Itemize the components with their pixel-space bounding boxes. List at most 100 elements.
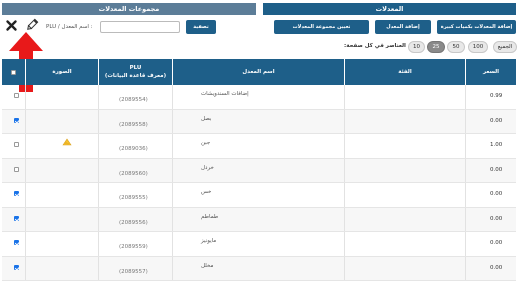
select-all-cell: [2, 59, 25, 85]
price-value: 0.00: [490, 265, 502, 271]
row-checkbox[interactable]: [14, 216, 19, 221]
row-checkbox[interactable]: [14, 191, 19, 196]
row-select-cell: [2, 85, 25, 109]
search-input[interactable]: [100, 21, 180, 33]
image-cell: [25, 208, 98, 232]
table-row[interactable]: (2089557) مخلل 0.00: [2, 257, 516, 281]
modifier-name[interactable]: جبن: [201, 140, 271, 146]
category-cell: [344, 85, 465, 109]
cheese-icon: [62, 138, 72, 146]
row-checkbox[interactable]: [14, 240, 19, 245]
plu-value: (2089556): [119, 220, 148, 226]
tab-modifier-groups[interactable]: مجموعات المعدلات: [2, 3, 256, 15]
image-cell: [25, 159, 98, 183]
plu-cell: (2089559): [98, 232, 172, 256]
plu-value: (2089559): [119, 244, 148, 250]
row-select-cell: [2, 110, 25, 134]
row-select-cell: [2, 232, 25, 256]
table-row[interactable]: (2089555) خس 0.00: [2, 183, 516, 208]
name-cell: بصل: [172, 110, 344, 134]
category-cell: [344, 159, 465, 183]
table-header: الصورة PLU (معرف قاعدة البيانات) اسم الم…: [2, 59, 516, 85]
category-cell: [344, 208, 465, 232]
table-row[interactable]: (2089556) طماطم 0.00: [2, 208, 516, 233]
price-value: 0.00: [490, 191, 502, 197]
plu-value: (2089036): [119, 146, 148, 152]
add-bulk-modifiers-button[interactable]: إضافة المعدلات بكميات كبيرة: [437, 20, 516, 34]
page-size-25[interactable]: 25: [427, 41, 445, 53]
plu-value: (2089557): [119, 269, 148, 275]
image-cell: [25, 110, 98, 134]
page-size-50[interactable]: 50: [447, 41, 465, 53]
modifier-name[interactable]: مايونيز: [201, 238, 271, 244]
tab-modifiers[interactable]: المعدلات: [263, 3, 516, 15]
image-cell: [25, 134, 98, 158]
assign-modifier-group-button[interactable]: تعيين مجموعة المعدلات: [274, 20, 369, 34]
price-cell: 0.00: [465, 110, 516, 134]
price-value: 0.99: [490, 93, 502, 99]
image-cell: [25, 183, 98, 207]
row-checkbox[interactable]: [14, 265, 19, 270]
column-header-price[interactable]: السعر: [465, 59, 516, 85]
page-size-10[interactable]: 10: [408, 41, 425, 53]
table-row[interactable]: (2089560) خردل 0.00: [2, 159, 516, 184]
page-size-100[interactable]: 100: [468, 41, 488, 53]
row-checkbox[interactable]: [14, 118, 19, 123]
row-select-cell: [2, 134, 25, 158]
price-cell: 1.00: [465, 134, 516, 158]
modifier-name[interactable]: طماطم: [201, 214, 271, 220]
price-value: 1.00: [490, 142, 502, 148]
name-cell: خردل: [172, 159, 344, 183]
filter-button[interactable]: تصفية: [186, 20, 216, 34]
category-cell: [344, 232, 465, 256]
items-per-page-label: :العناصر في كل صفحة: [344, 43, 406, 49]
table-row[interactable]: (2089558) بصل 0.00: [2, 110, 516, 135]
plu-value: (2089555): [119, 195, 148, 201]
table-row[interactable]: (2089554) إضافات السندويشات 0.99: [2, 85, 516, 110]
row-select-cell: [2, 183, 25, 207]
plu-cell: (2089557): [98, 257, 172, 281]
price-value: 0.00: [490, 118, 502, 124]
name-cell: إضافات السندويشات: [172, 85, 344, 109]
plu-cell: (2089556): [98, 208, 172, 232]
category-cell: [344, 257, 465, 281]
plu-cell: (2089558): [98, 110, 172, 134]
table-row[interactable]: (2089036) جبن 1.00: [2, 134, 516, 159]
name-cell: جبن: [172, 134, 344, 158]
page-size-all[interactable]: الجميع: [493, 41, 517, 53]
row-select-cell: [2, 159, 25, 183]
column-header-plu[interactable]: PLU (معرف قاعدة البيانات): [98, 59, 172, 85]
name-cell: مخلل: [172, 257, 344, 281]
column-header-category[interactable]: الفئة: [344, 59, 465, 85]
price-cell: 0.00: [465, 257, 516, 281]
plu-value: (2089560): [119, 171, 148, 177]
name-cell: مايونيز: [172, 232, 344, 256]
row-checkbox[interactable]: [14, 142, 19, 147]
name-cell: خس: [172, 183, 344, 207]
search-label: PLU / اسم المعدل :: [46, 24, 93, 30]
row-select-cell: [2, 208, 25, 232]
select-all-checkbox[interactable]: [11, 70, 16, 75]
add-modifier-button[interactable]: إضافة المعدل: [375, 20, 431, 34]
modifier-name[interactable]: إضافات السندويشات: [201, 91, 271, 97]
category-cell: [344, 134, 465, 158]
modifier-name[interactable]: خس: [201, 189, 271, 195]
modifier-name[interactable]: بصل: [201, 116, 271, 122]
image-cell: [25, 257, 98, 281]
name-cell: طماطم: [172, 208, 344, 232]
column-header-name[interactable]: اسم المعدل: [172, 59, 344, 85]
plu-cell: (2089554): [98, 85, 172, 109]
column-header-image[interactable]: الصورة: [25, 59, 98, 85]
price-cell: 0.00: [465, 159, 516, 183]
row-checkbox[interactable]: [14, 93, 19, 98]
row-checkbox[interactable]: [14, 167, 19, 172]
plu-cell: (2089036): [98, 134, 172, 158]
modifier-name[interactable]: خردل: [201, 165, 271, 171]
pencil-icon[interactable]: [25, 18, 39, 32]
table-row[interactable]: (2089559)مايونيز0.00: [2, 232, 516, 257]
modifier-name[interactable]: مخلل: [201, 263, 271, 269]
table-body: (2089554) إضافات السندويشات 0.99 (2089558) ب…: [0, 85, 520, 280]
row-select-cell: [2, 257, 25, 281]
plu-value: (2089558): [119, 122, 148, 128]
price-cell: 0.00: [465, 208, 516, 232]
